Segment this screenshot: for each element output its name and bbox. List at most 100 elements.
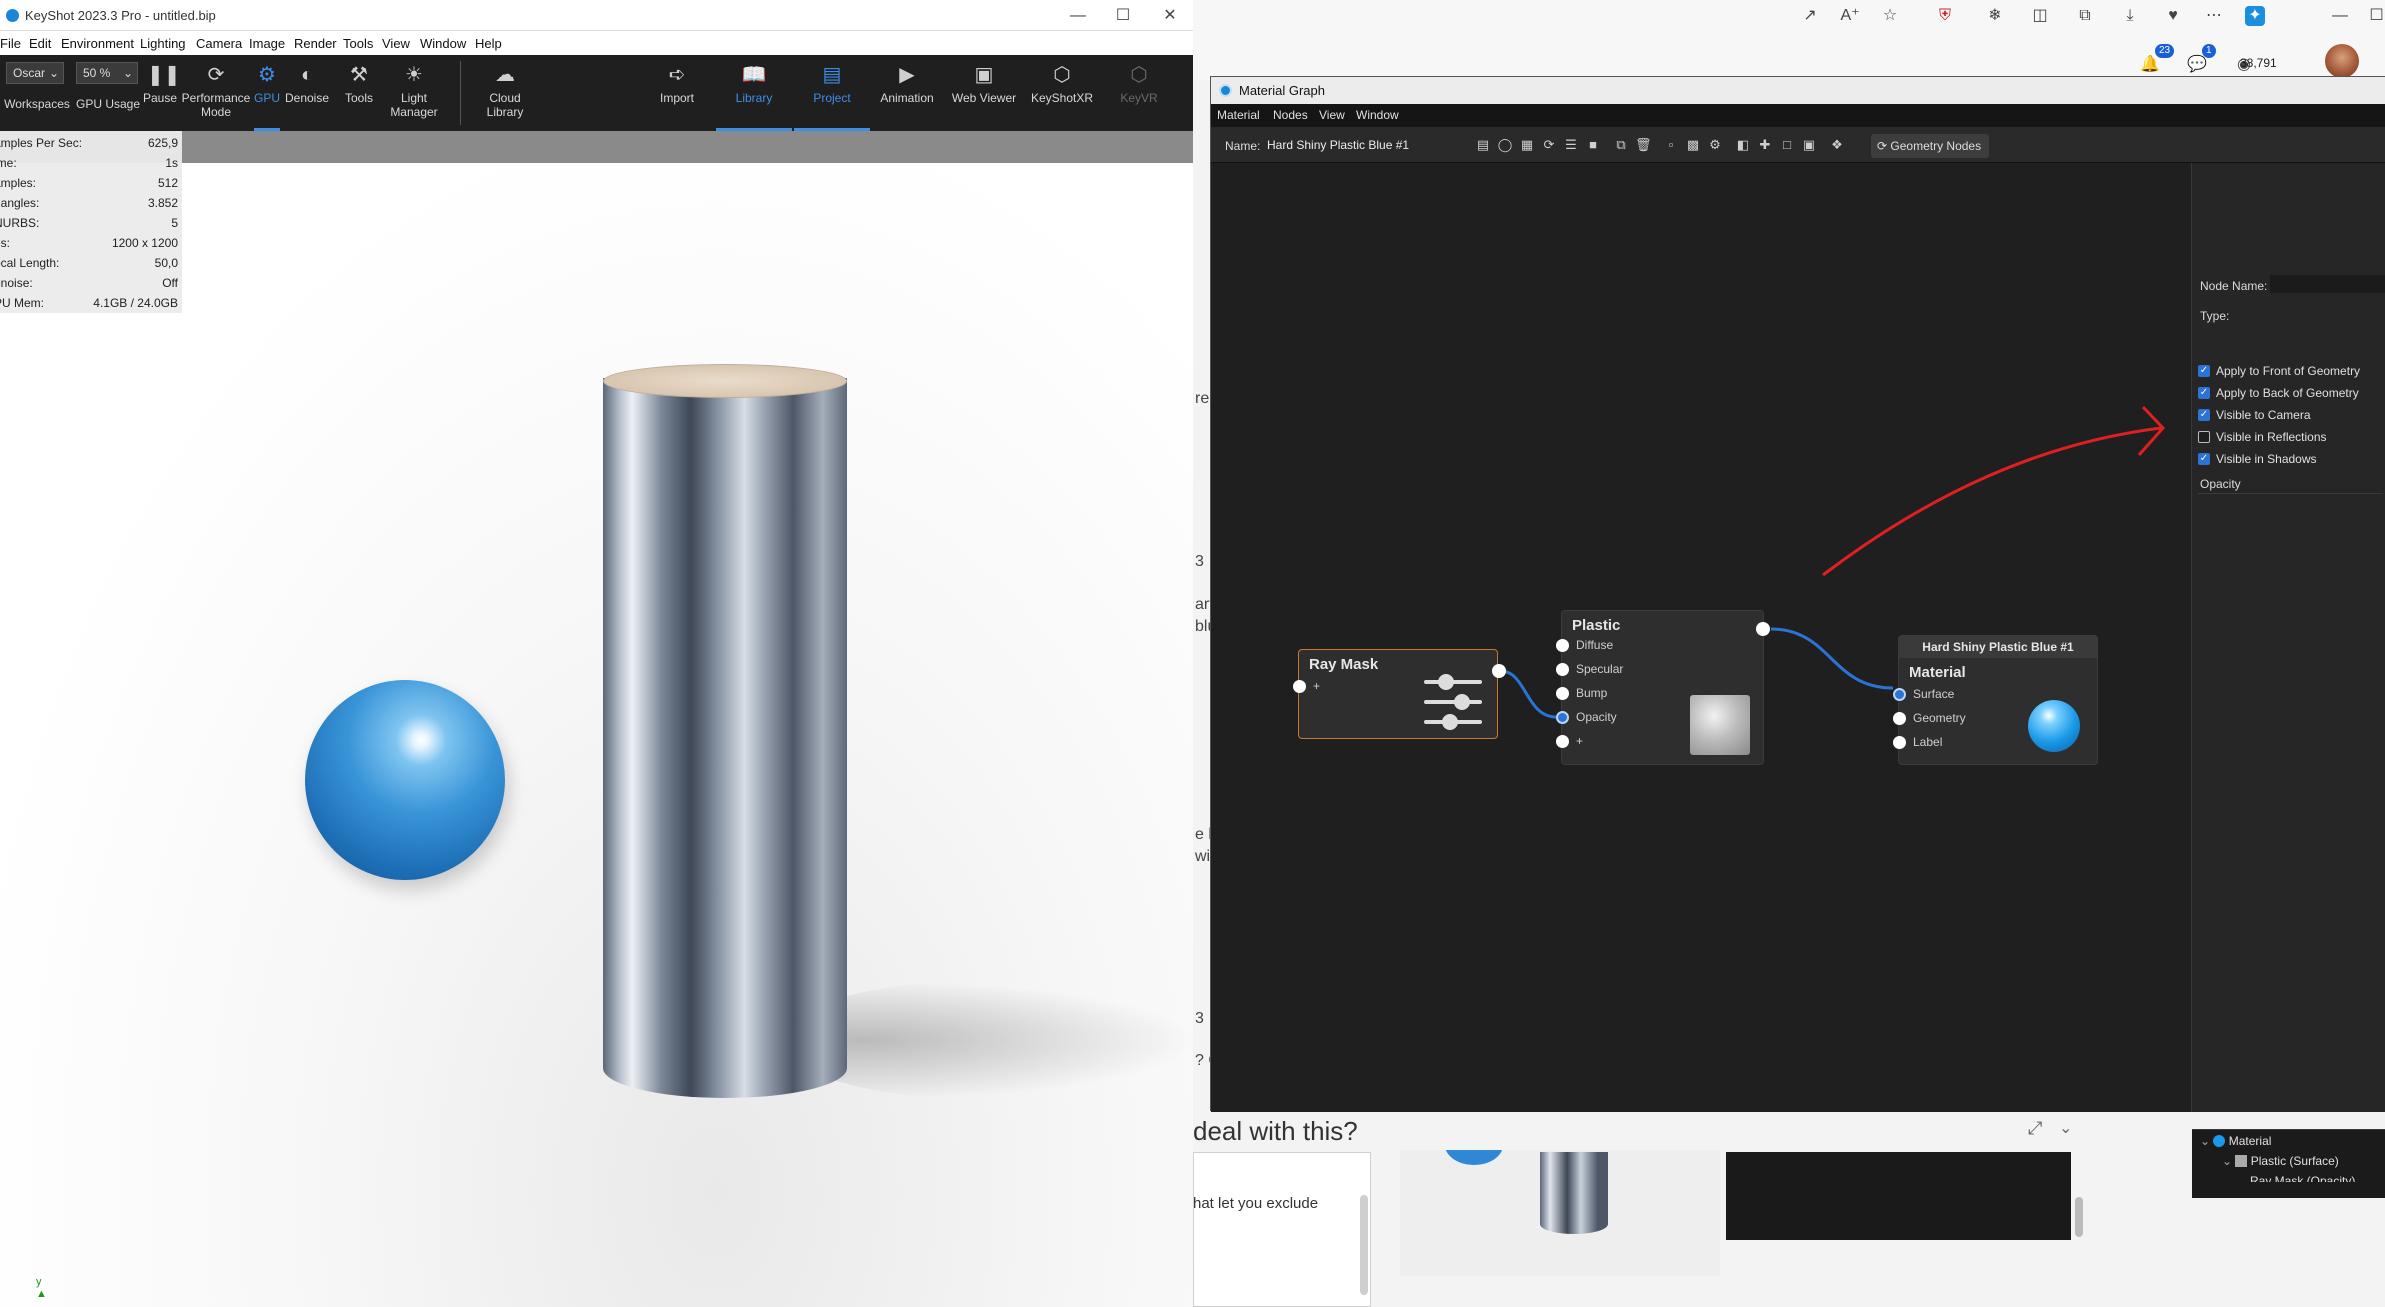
import-button[interactable]: ➪ Import [650, 55, 704, 131]
node-graph-canvas[interactable]: Ray Mask + Plastic Diffuse Specular Bump… [1211, 163, 2191, 1112]
input-port[interactable] [1556, 663, 1569, 676]
checkbox-checked-icon[interactable]: ✓ [2198, 409, 2210, 421]
checkbox-checked-icon[interactable]: ✓ [2198, 387, 2210, 399]
ray-mask-output-port[interactable] [1492, 664, 1506, 678]
extensions-icon[interactable]: ❄ [1985, 6, 2005, 26]
blue-sphere[interactable] [305, 680, 505, 880]
clear-icon[interactable]: ▫ [1663, 137, 1679, 153]
light-manager-button[interactable]: ☀ Light Manager [384, 55, 444, 131]
tree-item-ray-mask[interactable]: Ray Mask (Opacity) [2250, 1174, 2355, 1182]
attached-render-thumbnail[interactable] [1400, 1150, 1720, 1276]
menu-lighting[interactable]: Lighting [140, 36, 186, 51]
node-name-field[interactable] [2270, 275, 2385, 293]
performance-icon[interactable]: ♥ [2163, 6, 2183, 26]
save-to-library-icon[interactable]: ▤ [1475, 137, 1491, 153]
reply-textarea[interactable] [1193, 1152, 1371, 1307]
keyshotxr-button[interactable]: ⬡ KeyShotXR [1024, 55, 1100, 131]
workspaces-button[interactable]: Workspaces [2, 97, 72, 127]
delete-icon[interactable]: 🗑 [1635, 137, 1652, 153]
menu-tools[interactable]: Tools [343, 36, 373, 51]
menu-view[interactable]: View [1319, 108, 1345, 122]
favorite-star-icon[interactable]: ☆ [1880, 6, 1900, 26]
metal-cylinder[interactable] [603, 378, 847, 1098]
input-port[interactable] [1556, 711, 1569, 724]
resolution-select[interactable]: 50 % ⌄ [76, 62, 138, 84]
avatar[interactable] [2325, 44, 2359, 78]
menu-window[interactable]: Window [420, 36, 466, 51]
attached-graph-thumbnail[interactable] [1726, 1152, 2071, 1240]
lock-icon[interactable]: ■ [1585, 137, 1601, 153]
material-name-field[interactable]: Hard Shiny Plastic Blue #1 [1265, 135, 1470, 155]
expand-icon[interactable]: ⤢ [2028, 1118, 2042, 1139]
tree-item-material[interactable]: ⌄ Material [2200, 1134, 2271, 1148]
ray-mask-node[interactable]: Ray Mask + [1293, 649, 1506, 739]
render-viewport[interactable]: y ▲ [0, 163, 1193, 1307]
menu-camera[interactable]: Camera [196, 36, 242, 51]
input-port[interactable] [1556, 687, 1569, 700]
menu-material[interactable]: Material [1217, 108, 1260, 122]
menu-render[interactable]: Render [294, 36, 337, 51]
library-tab[interactable]: 📖 Library [716, 55, 792, 131]
close-icon[interactable]: ✕ [1150, 4, 1190, 28]
menu-edit[interactable]: Edit [29, 36, 51, 51]
performance-mode-button[interactable]: ⟳ Performance Mode [180, 55, 252, 131]
pause-button[interactable]: ❚❚ Pause [140, 55, 181, 131]
plastic-node[interactable]: Plastic Diffuse Specular Bump Opacity + [1556, 610, 1770, 765]
read-aloud-icon[interactable]: A⁺ [1840, 6, 1860, 26]
crosshair-icon[interactable]: ✚ [1757, 137, 1773, 153]
sliders-icon[interactable]: ☰ [1563, 137, 1579, 153]
workspace-select[interactable]: Oscar ⌄ [6, 62, 64, 84]
align-icon[interactable]: ◧ [1735, 137, 1751, 153]
rotate-icon[interactable]: ⟳ [1541, 137, 1557, 153]
cloud-library-button[interactable]: ☁ Cloud Library [470, 55, 540, 131]
denoise-button[interactable]: ◐ Denoise [282, 55, 332, 131]
tree-item-plastic[interactable]: ⌄ Plastic (Surface) [2222, 1154, 2339, 1168]
fit-view-icon[interactable]: □ [1779, 137, 1795, 153]
downloads-icon[interactable]: ⤓ [2120, 6, 2140, 26]
chevron-down-icon[interactable]: ⌄ [2059, 1118, 2072, 1138]
menu-environment[interactable]: Environment [61, 36, 134, 51]
tools-button[interactable]: ⚒ Tools [338, 55, 380, 131]
menu-help[interactable]: Help [475, 36, 502, 51]
input-port[interactable] [1556, 639, 1569, 652]
menu-view[interactable]: View [382, 36, 410, 51]
copilot-icon[interactable]: ✦ [2245, 6, 2265, 26]
input-port[interactable] [1893, 688, 1906, 701]
plastic-output-port[interactable] [1756, 622, 1770, 636]
maximize-icon[interactable]: ☐ [1103, 4, 1143, 28]
extension-shield-icon[interactable]: ⛨ [1935, 6, 1955, 26]
split-screen-icon[interactable]: ◫ [2030, 6, 2050, 26]
input-port[interactable] [1556, 735, 1569, 748]
actual-size-icon[interactable]: ▣ [1801, 137, 1817, 153]
animation-button[interactable]: ▶ Animation [874, 55, 940, 131]
scrollbar[interactable] [1360, 1195, 1368, 1295]
keyvr-button[interactable]: ⬡ KeyVR [1106, 55, 1172, 131]
maximize-icon[interactable]: ☐ [2368, 6, 2385, 26]
checkbox-checked-icon[interactable]: ✓ [2198, 365, 2210, 377]
duplicate-icon[interactable]: ⧉ [1613, 137, 1629, 153]
checkbox-unchecked-icon[interactable] [2198, 431, 2210, 443]
messages-icon[interactable]: 💬 [2187, 55, 2207, 75]
gpu-toggle[interactable]: ⚙ GPU [254, 55, 280, 131]
geometry-nodes-button[interactable]: ⟳ Geometry Nodes [1871, 134, 1989, 158]
material-output-node[interactable]: Hard Shiny Plastic Blue #1 Material Surf… [1893, 635, 2098, 765]
sphere-preview-icon[interactable]: ◯ [1497, 137, 1513, 153]
checkbox-checked-icon[interactable]: ✓ [2198, 453, 2210, 465]
grid-icon[interactable]: ▩ [1685, 137, 1701, 153]
collections-icon[interactable]: ⧉ [2075, 6, 2095, 26]
input-port[interactable] [1893, 736, 1906, 749]
menu-window[interactable]: Window [1356, 108, 1399, 122]
open-in-app-icon[interactable]: ↗ [1800, 6, 1820, 26]
input-port[interactable] [1293, 680, 1306, 693]
web-viewer-button[interactable]: ▣ Web Viewer [946, 55, 1022, 131]
menu-file[interactable]: File [0, 36, 21, 51]
menu-nodes[interactable]: Nodes [1273, 108, 1308, 122]
notifications-bell-icon[interactable]: 🔔 [2140, 55, 2160, 75]
texture-icon[interactable]: ▦ [1519, 137, 1535, 153]
scrollbar[interactable] [2072, 1152, 2086, 1307]
minimize-icon[interactable]: — [2330, 6, 2350, 26]
gpu-usage-button[interactable]: GPU Usage [74, 97, 142, 127]
settings-icon[interactable]: ⚙ [1707, 137, 1723, 153]
minimize-icon[interactable]: — [1058, 4, 1098, 28]
menu-image[interactable]: Image [249, 36, 285, 51]
